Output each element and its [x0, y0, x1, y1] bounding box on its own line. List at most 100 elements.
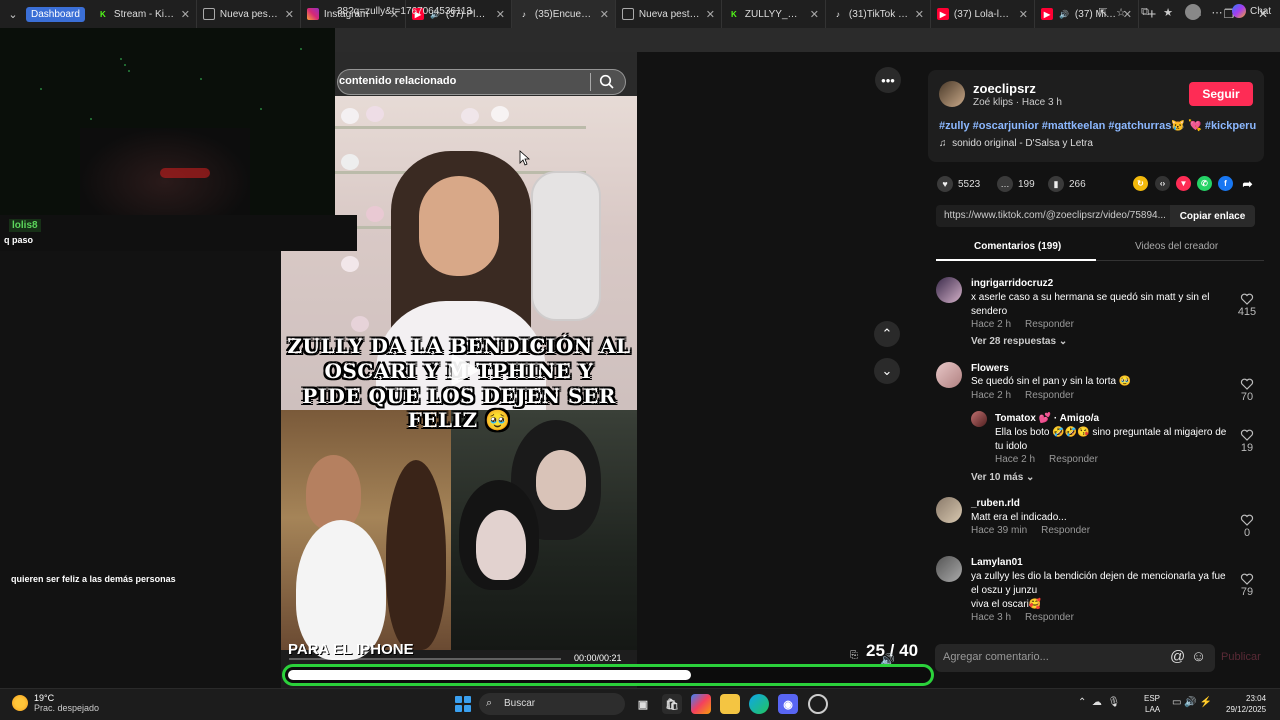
tab-comments[interactable]: Comentarios (199) [974, 241, 1061, 252]
tab-title: Nueva pestaña [219, 8, 280, 20]
emoji-icon[interactable]: ☺ [1191, 648, 1206, 665]
taskbar-search-box[interactable] [479, 693, 625, 715]
store-icon[interactable]: 🛍 [662, 694, 682, 714]
reply-button[interactable]: Responder [1041, 525, 1090, 536]
tab-tiktok-make[interactable]: ♪ (31)TikTok - Make ✕ [826, 0, 931, 28]
reply-button[interactable]: Responder [1049, 454, 1098, 465]
next-video-button[interactable]: ⌄ [874, 358, 900, 384]
network-volume-battery-icons[interactable]: ▭ 🔊 ⚡ [1172, 697, 1212, 708]
profile-avatar[interactable] [1185, 4, 1201, 20]
comment-like[interactable]: 415 [1237, 292, 1257, 318]
tab-creator-videos[interactable]: Videos del creador [1135, 241, 1218, 252]
commenter-avatar[interactable] [936, 556, 962, 582]
more-options-button[interactable]: ••• [875, 67, 901, 93]
open-app-icon[interactable]: ⇱ [1095, 4, 1111, 20]
comment-like[interactable]: 19 [1237, 428, 1257, 454]
commenter-avatar[interactable] [971, 411, 987, 427]
more-options-icon[interactable]: ⋯ [1209, 4, 1225, 20]
overlay-progress-bar [282, 664, 934, 686]
url-text[interactable]: 38?q=zully&t=1767064536113 [337, 6, 472, 17]
commenter-avatar[interactable] [936, 277, 962, 303]
file-explorer-icon[interactable] [720, 694, 740, 714]
system-tray[interactable]: ⌃ ☁ 🎙 [1078, 697, 1120, 708]
dashboard-badge[interactable]: Dashboard [26, 6, 85, 22]
sound-title: sonido original - D'Salsa y Letra [952, 138, 1093, 149]
close-tab-icon[interactable]: ✕ [810, 8, 819, 21]
publish-button[interactable]: Publicar [1221, 651, 1261, 663]
search-icon[interactable] [599, 74, 615, 90]
tab-new-tab[interactable]: Nueva pestaña ✕ [197, 0, 301, 28]
close-tab-icon[interactable]: ✕ [915, 8, 924, 21]
repost-icon[interactable]: ↻ [1133, 176, 1148, 191]
task-view-icon[interactable]: ▣ [633, 694, 653, 714]
like-stat[interactable]: ♥ 5523 [937, 176, 980, 192]
save-stat[interactable]: ▮ 266 [1048, 176, 1086, 192]
comment-stat[interactable]: … 199 [997, 176, 1035, 192]
copilot-chat-button[interactable]: Chat [1232, 4, 1271, 18]
tab-kick-zullyy-stream[interactable]: K ZULLYY_CS Stream ✕ [722, 0, 826, 28]
author-username[interactable]: zoeclipsrz [973, 81, 1036, 96]
captions-icon[interactable]: ⎘ [850, 650, 858, 661]
tab-new-tab-2[interactable]: Nueva pestaña ✕ [616, 0, 722, 28]
close-tab-icon[interactable]: ✕ [600, 8, 609, 21]
view-replies-label: Ver 28 respuestas [971, 336, 1057, 347]
comment-username[interactable]: _ruben.rld [971, 498, 1020, 509]
share-arrow-icon[interactable]: ➦ [1240, 176, 1255, 191]
close-tab-icon[interactable]: ✕ [181, 8, 190, 21]
follow-button[interactable]: Seguir [1189, 82, 1253, 106]
reply-button[interactable]: Responder [1025, 390, 1074, 401]
instagram-icon [306, 8, 319, 20]
comment-username[interactable]: ingrigarridocruz2 [971, 278, 1053, 289]
embed-icon[interactable]: ‹› [1155, 176, 1170, 191]
commenter-avatar[interactable] [936, 497, 962, 523]
view-more-label: Ver 10 más [971, 472, 1024, 483]
commenter-avatar[interactable] [936, 362, 962, 388]
close-tab-icon[interactable]: ✕ [1019, 8, 1028, 21]
reply-button[interactable]: Responder [1025, 612, 1074, 623]
favorite-star-icon[interactable]: ☆ [1113, 4, 1129, 20]
comment-username[interactable]: Tomatox 💕 · Amigo/a [995, 413, 1099, 424]
copy-link-button[interactable]: Copiar enlace [1170, 205, 1255, 227]
extensions-icon[interactable]: ⧉ [1137, 4, 1153, 20]
clock-date[interactable]: 29/12/2025 [1226, 705, 1266, 714]
play-icon[interactable] [445, 352, 481, 388]
close-tab-icon[interactable]: ✕ [496, 8, 505, 21]
close-tab-icon[interactable]: ✕ [706, 8, 715, 21]
facebook-icon[interactable]: f [1218, 176, 1233, 191]
app-notification-icon[interactable] [808, 694, 828, 714]
input-language-bottom[interactable]: LAA [1145, 705, 1160, 714]
edge-browser-icon[interactable] [749, 694, 769, 714]
post-hashtags[interactable]: #zully #oscarjunior #mattkeelan #gatchur… [939, 119, 1256, 132]
comment-username[interactable]: Flowers [971, 363, 1009, 374]
view-more-replies-link[interactable]: Ver 10 más ⌄ [971, 472, 1034, 483]
comment-username[interactable]: Lamylan01 [971, 557, 1023, 568]
video-progress-track[interactable] [289, 658, 561, 660]
stream-overlay [0, 28, 335, 215]
mention-icon[interactable]: @ [1170, 648, 1185, 665]
tab-actions-menu-icon[interactable]: ⌄ [0, 0, 26, 28]
tab-tiktok-zully-active[interactable]: ♪ (35)Encuentra 'zully ✕ [511, 0, 616, 28]
reply-button[interactable]: Responder [1025, 319, 1074, 330]
post-sound[interactable]: ♫ sonido original - D'Salsa y Letra [939, 138, 1093, 149]
close-tab-icon[interactable]: ✕ [285, 8, 294, 21]
whatsapp-icon[interactable]: ✆ [1197, 176, 1212, 191]
favorites-bar-icon[interactable]: ★ [1160, 4, 1176, 20]
windows-start-icon[interactable] [455, 696, 471, 712]
input-language-top[interactable]: ESP [1144, 694, 1160, 703]
comment-like[interactable]: 79 [1237, 572, 1257, 598]
tab-title: Stream - Kick Dash [113, 8, 176, 20]
copilot-app-icon[interactable] [691, 694, 711, 714]
author-avatar[interactable] [939, 81, 965, 107]
weather-widget[interactable]: 19°C Prac. despejado [12, 693, 99, 713]
comment-like[interactable]: 0 [1237, 513, 1257, 539]
speaker-icon[interactable]: 🔊 [1058, 8, 1070, 20]
discord-icon[interactable]: ◉ [778, 694, 798, 714]
tab-youtube-lola[interactable]: ▶ (37) Lola-la de tikto ✕ [931, 0, 1035, 28]
search-icon: ⌕ [486, 697, 493, 709]
clock-time[interactable]: 23:04 [1246, 694, 1266, 703]
send-icon[interactable]: ▼ [1176, 176, 1191, 191]
view-replies-link[interactable]: Ver 28 respuestas ⌄ [971, 336, 1067, 347]
previous-video-button[interactable]: ⌃ [874, 321, 900, 347]
tab-kick-dashboard[interactable]: K Stream - Kick Dash ✕ [91, 0, 197, 28]
comment-like[interactable]: 70 [1237, 377, 1257, 403]
